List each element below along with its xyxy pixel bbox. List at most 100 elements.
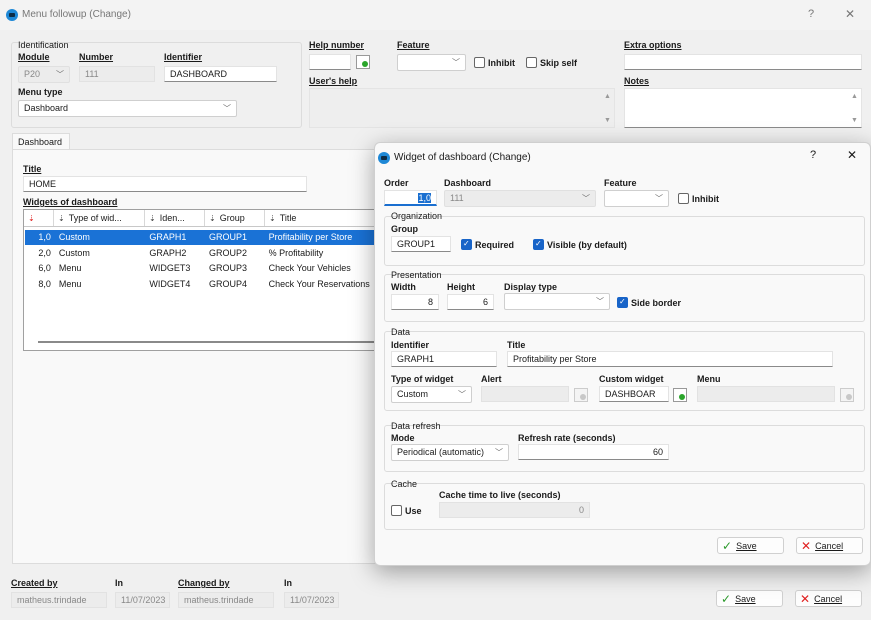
cell-identifier: GRAPH1 bbox=[149, 232, 187, 242]
main-titlebar: Menu followup (Change) ? ✕ bbox=[0, 0, 871, 30]
tab-dashboard[interactable]: Dashboard bbox=[12, 133, 70, 150]
data-refresh-legend: Data refresh bbox=[391, 421, 441, 431]
refresh-rate-label: Refresh rate (seconds) bbox=[518, 433, 616, 443]
table-row[interactable]: 2,0 Custom GRAPH2 GROUP2 % Profitability bbox=[25, 246, 377, 261]
type-of-widget-select[interactable]: Custom ﹀ bbox=[391, 386, 472, 403]
data-title-label: Title bbox=[507, 340, 526, 350]
height-label: Height bbox=[447, 282, 475, 292]
identifier-field[interactable]: DASHBOARD bbox=[164, 66, 277, 82]
module-select[interactable]: P20 ﹀ bbox=[18, 66, 70, 83]
col-identifier-header[interactable]: ⇣ Iden... bbox=[145, 210, 205, 226]
inhibit-label: Inhibit bbox=[692, 194, 719, 204]
cache-use-checkbox[interactable] bbox=[391, 505, 402, 516]
data-identifier-field[interactable]: GRAPH1 bbox=[391, 351, 497, 367]
cell-title: Check Your Reservations bbox=[268, 278, 370, 289]
group-field[interactable]: GROUP1 bbox=[391, 236, 451, 252]
height-field[interactable]: 6 bbox=[447, 294, 494, 310]
identifier-label: Identifier bbox=[164, 52, 203, 62]
scroll-up-icon[interactable]: ▲ bbox=[604, 93, 611, 100]
cell-group: GROUP2 bbox=[209, 247, 248, 258]
cell-title: Profitability per Store bbox=[268, 232, 353, 242]
scroll-up-icon[interactable]: ▲ bbox=[851, 93, 858, 100]
cell-title: Check Your Vehicles bbox=[268, 263, 351, 273]
col-type-header[interactable]: ⇣ Type of wid... bbox=[54, 210, 145, 226]
chevron-down-icon: ﹀ bbox=[582, 194, 590, 203]
sort-icon: ⇣ bbox=[28, 214, 35, 223]
width-field[interactable]: 8 bbox=[391, 294, 439, 310]
cache-ttl-field: 0 bbox=[439, 502, 590, 518]
feature-select[interactable]: ﹀ bbox=[604, 190, 669, 207]
cell-order: 2,0 bbox=[38, 247, 51, 258]
chevron-down-icon: ﹀ bbox=[223, 104, 231, 113]
close-icon[interactable]: ✕ bbox=[845, 7, 855, 21]
alert-lookup-icon bbox=[574, 388, 588, 402]
app-icon bbox=[6, 9, 18, 21]
app-icon bbox=[378, 152, 390, 164]
dialog-titlebar: Widget of dashboard (Change) ? ✕ bbox=[375, 143, 870, 173]
data-title-field[interactable]: Profitability per Store bbox=[507, 351, 833, 367]
inhibit-label: Inhibit bbox=[488, 58, 515, 68]
dialog-help-button[interactable]: ? bbox=[810, 149, 816, 161]
custom-widget-lookup-icon[interactable] bbox=[673, 388, 687, 402]
custom-widget-field[interactable]: DASHBOAR bbox=[599, 386, 669, 402]
help-button[interactable]: ? bbox=[808, 8, 814, 20]
notes-label: Notes bbox=[624, 76, 650, 86]
refresh-rate-field[interactable]: 60 bbox=[518, 444, 669, 460]
help-number-label: Help number bbox=[309, 40, 365, 50]
close-icon: ✕ bbox=[801, 538, 812, 553]
help-number-field[interactable] bbox=[309, 54, 351, 70]
visible-checkbox[interactable] bbox=[533, 239, 544, 250]
mode-value: Periodical (automatic) bbox=[397, 447, 485, 457]
module-value: P20 bbox=[24, 69, 41, 79]
cache-ttl-label: Cache time to live (seconds) bbox=[439, 490, 561, 500]
side-border-checkbox[interactable] bbox=[617, 297, 628, 308]
chevron-down-icon: ﹀ bbox=[596, 297, 604, 306]
mode-select[interactable]: Periodical (automatic) ﹀ bbox=[391, 444, 509, 461]
save-label: Save bbox=[736, 540, 757, 551]
identification-legend: Identification bbox=[18, 40, 69, 50]
number-field[interactable]: 111 bbox=[79, 66, 155, 82]
notes-textarea[interactable] bbox=[624, 88, 862, 128]
feature-select[interactable]: ﹀ bbox=[397, 54, 466, 71]
dialog-close-icon[interactable]: ✕ bbox=[847, 148, 857, 162]
grid-horizontal-scrollbar[interactable] bbox=[38, 341, 378, 343]
users-help-label: User's help bbox=[309, 76, 358, 86]
order-field[interactable]: 1,0 bbox=[384, 190, 437, 206]
main-cancel-button[interactable]: ✕ Cancel bbox=[795, 590, 862, 607]
table-row[interactable]: 1,0 Custom GRAPH1 GROUP1 Profitability per S… bbox=[25, 230, 377, 245]
skip-self-checkbox[interactable] bbox=[526, 57, 537, 68]
cell-type: Menu bbox=[58, 263, 82, 273]
menu-type-select[interactable]: Dashboard ﹀ bbox=[18, 100, 237, 117]
display-type-label: Display type bbox=[504, 282, 558, 292]
sort-icon: ⇣ bbox=[269, 214, 276, 223]
organization-legend: Organization bbox=[391, 211, 443, 221]
table-row[interactable]: 8,0 Menu WIDGET4 GROUP4 Check Your Reservati… bbox=[25, 277, 377, 292]
checkmark-icon: ✓ bbox=[722, 538, 733, 553]
chevron-down-icon: ﹀ bbox=[458, 390, 466, 399]
mode-label: Mode bbox=[391, 433, 415, 443]
dashboard-title-field[interactable]: HOME bbox=[23, 176, 307, 192]
col-order-header[interactable]: ⇣ bbox=[24, 210, 54, 226]
type-of-widget-label: Type of widget bbox=[391, 374, 454, 384]
changed-in-field: 11/07/2023 bbox=[284, 592, 339, 608]
display-type-select[interactable]: ﹀ bbox=[504, 293, 610, 310]
col-title-header[interactable]: ⇣ Title bbox=[265, 210, 378, 226]
scroll-down-icon[interactable]: ▼ bbox=[851, 117, 858, 124]
tab-dashboard-label: Dashboard bbox=[18, 137, 63, 147]
users-help-textarea[interactable] bbox=[309, 88, 615, 128]
main-save-button[interactable]: ✓ Save bbox=[716, 590, 783, 607]
help-number-lookup-icon[interactable] bbox=[356, 55, 370, 69]
scroll-down-icon[interactable]: ▼ bbox=[604, 117, 611, 124]
inhibit-checkbox[interactable] bbox=[474, 57, 485, 68]
table-row[interactable]: 6,0 Menu WIDGET3 GROUP3 Check Your Vehicles bbox=[25, 261, 377, 276]
required-checkbox[interactable] bbox=[461, 239, 472, 250]
dialog-save-button[interactable]: ✓ Save bbox=[717, 537, 784, 554]
cell-order: 1,0 bbox=[38, 232, 51, 242]
dialog-cancel-button[interactable]: ✕ Cancel bbox=[796, 537, 863, 554]
cache-use-label: Use bbox=[405, 506, 422, 516]
col-group-header[interactable]: ⇣ Group bbox=[205, 210, 265, 226]
extra-options-field[interactable] bbox=[624, 54, 862, 70]
inhibit-checkbox[interactable] bbox=[678, 193, 689, 204]
dashboard-select[interactable]: 111 ﹀ bbox=[444, 190, 596, 207]
col-identifier-label: Iden... bbox=[159, 213, 185, 223]
